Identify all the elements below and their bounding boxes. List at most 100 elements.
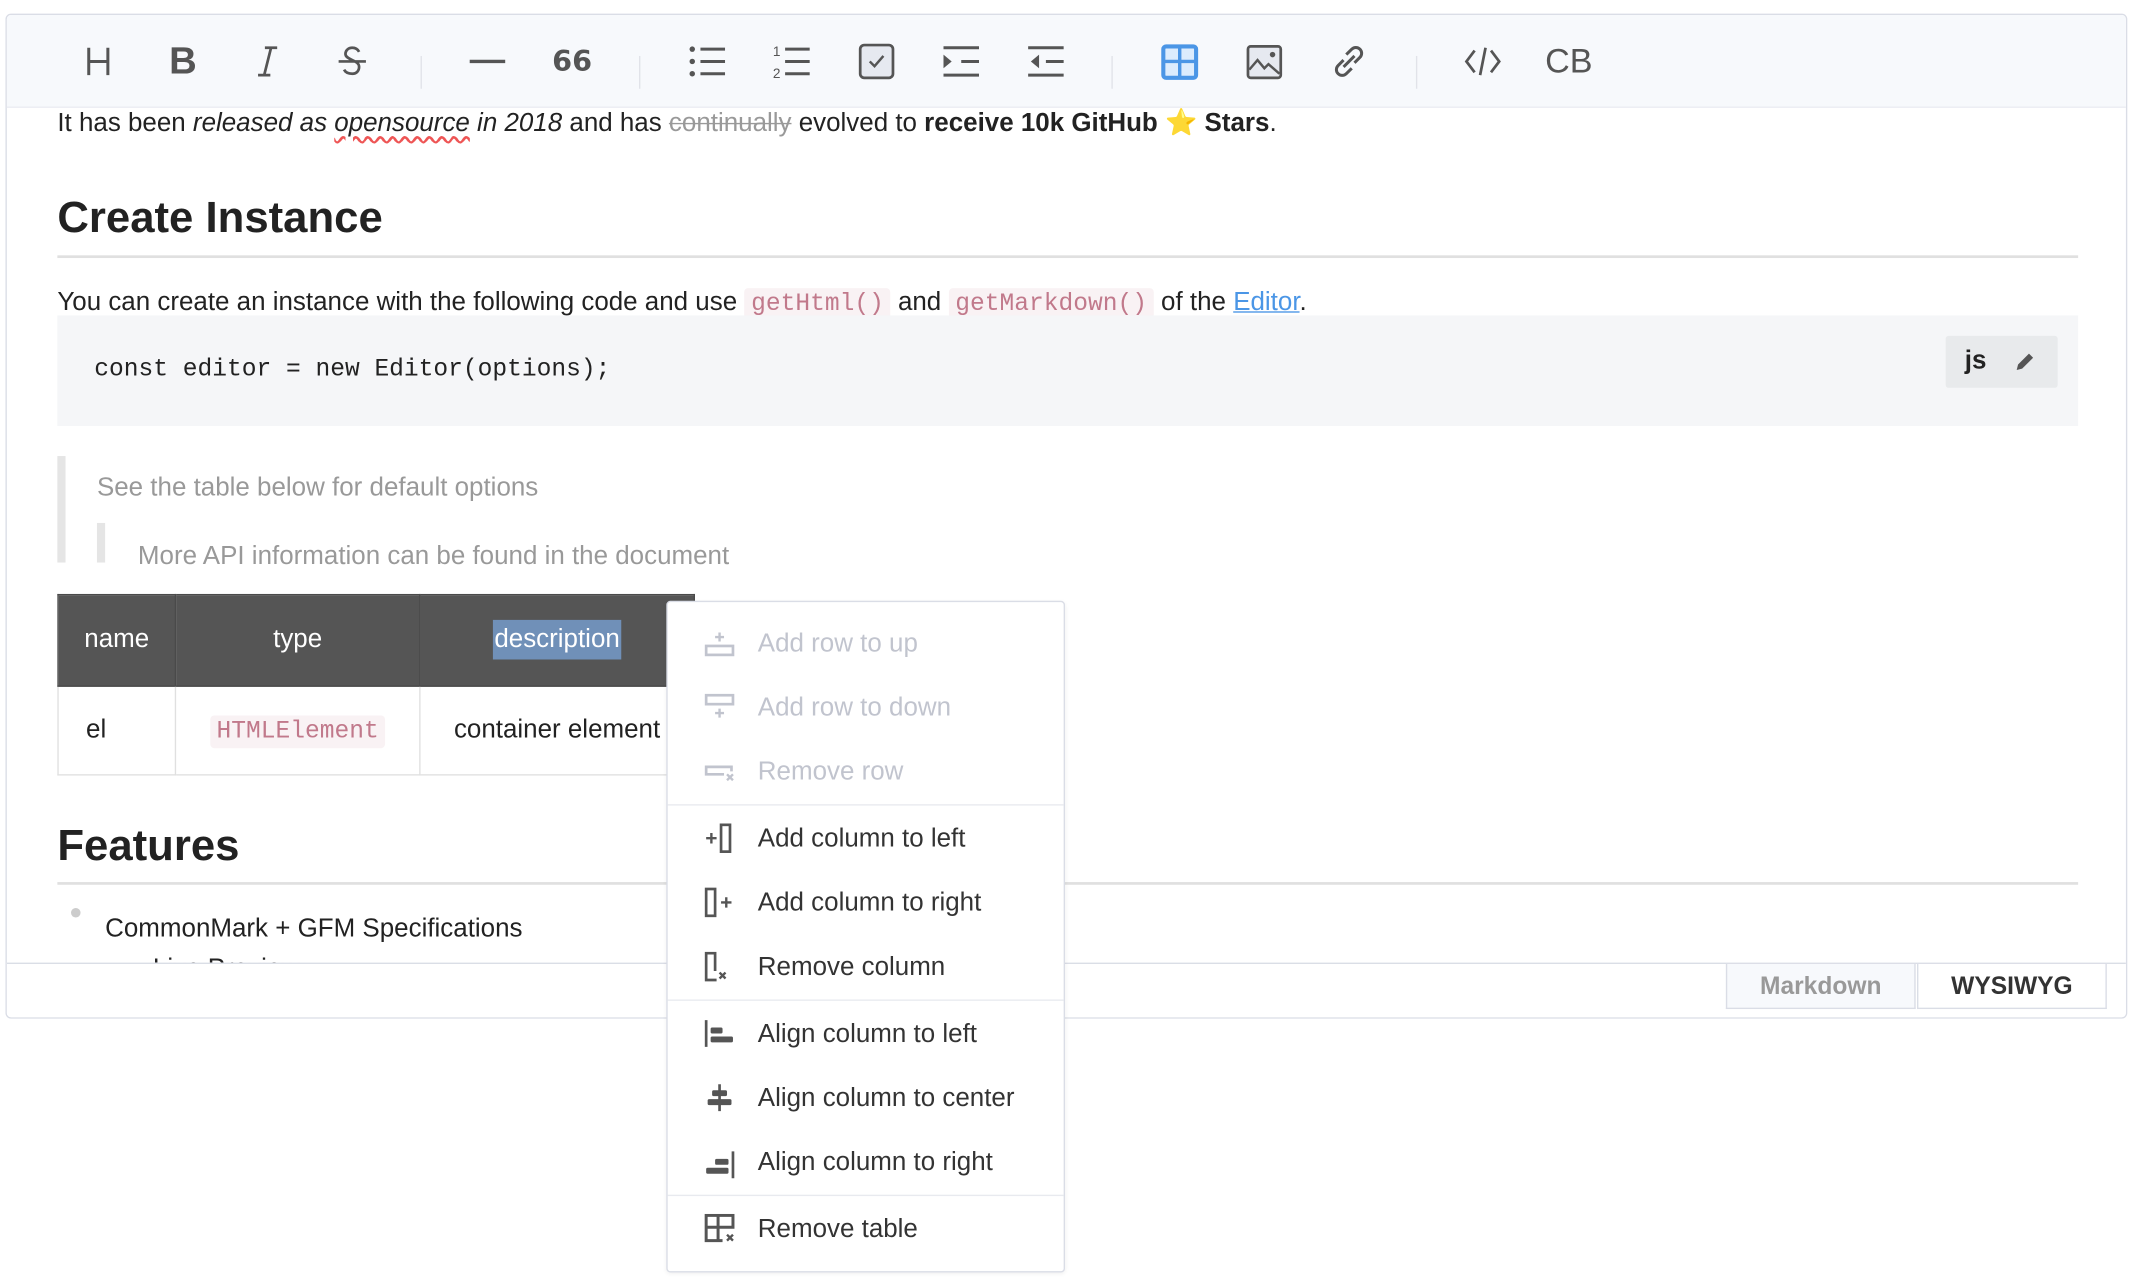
add-row-up-icon: [703, 628, 744, 661]
add-column-left-icon: [703, 823, 744, 856]
intro-paragraph: It has been released as opensource in 20…: [57, 107, 1276, 140]
bullet-list-icon: [689, 46, 726, 77]
bold-icon: B: [169, 39, 197, 82]
menu-item-add-row-to-down[interactable]: Add row to down: [668, 677, 1064, 740]
menu-item-add-column-to-left[interactable]: Add column to left: [668, 808, 1064, 871]
svg-text:2: 2: [773, 66, 781, 81]
code-icon: [1464, 47, 1501, 76]
list-item: CommonMark + GFM Specifications: [105, 914, 523, 944]
menu-item-remove-table[interactable]: Remove table: [668, 1199, 1064, 1262]
menu-divider: [667, 804, 1064, 806]
pencil-icon[interactable]: [2014, 351, 2036, 373]
toolbar-divider: [639, 55, 641, 89]
codeblock-icon: CB: [1545, 41, 1593, 80]
text: and: [890, 288, 949, 317]
code-language-badge[interactable]: js: [1945, 335, 2058, 388]
strike-icon: [338, 46, 366, 76]
star-emoji: ⭐: [1165, 109, 1198, 138]
align-center-icon: [703, 1083, 744, 1116]
image-icon: [1246, 45, 1283, 80]
italic-text: released as: [192, 109, 335, 138]
table-cell[interactable]: container element: [419, 685, 695, 776]
bold-button[interactable]: B: [162, 39, 203, 82]
table-button[interactable]: [1159, 41, 1200, 82]
header-text: name: [84, 625, 150, 655]
italic-text: in 2018: [469, 109, 563, 138]
menu-item-remove-row[interactable]: Remove row: [668, 741, 1064, 804]
header-text: type: [273, 625, 323, 655]
text: and has: [562, 109, 669, 138]
list-item: Live Preview: [153, 954, 300, 962]
text: of the: [1153, 288, 1234, 317]
table-header-cell[interactable]: type: [174, 593, 421, 687]
mode-switch-bar: Markdown WYSIWYG: [6, 962, 2126, 1018]
blockquote-text: See the table below for default options: [96, 473, 539, 503]
menu-item-label: Add row to up: [757, 629, 918, 659]
remove-column-icon: [703, 951, 744, 985]
markdown-editor: B 66 12 CB It has been released as opens…: [5, 13, 2128, 1019]
tab-wysiwyg[interactable]: WYSIWYG: [1917, 963, 2107, 1010]
task-list-button[interactable]: [856, 41, 897, 82]
misspelled-word: opensource: [334, 109, 470, 138]
cell-text: el: [86, 715, 107, 745]
ordered-list-button[interactable]: 12: [771, 41, 812, 82]
editor-content[interactable]: It has been released as opensource in 20…: [7, 107, 2126, 963]
bold-text: receive 10k GitHub: [924, 109, 1158, 138]
outdent-button[interactable]: [1025, 41, 1066, 82]
menu-item-align-column-to-left[interactable]: Align column to left: [668, 1004, 1064, 1067]
menu-item-align-column-to-right[interactable]: Align column to right: [668, 1132, 1064, 1195]
table-row: el HTMLElement container element: [57, 685, 695, 776]
hr-button[interactable]: [467, 41, 508, 82]
menu-item-remove-column[interactable]: Remove column: [668, 937, 1064, 1000]
menu-item-align-column-to-center[interactable]: Align column to center: [668, 1068, 1064, 1131]
menu-item-add-row-to-up[interactable]: Add row to up: [668, 613, 1064, 676]
quote-button[interactable]: 66: [552, 41, 593, 82]
text: evolved to: [791, 109, 925, 138]
menu-item-label: Align column to right: [757, 1148, 993, 1177]
heading-underline: [57, 255, 2079, 259]
strike-button[interactable]: [332, 41, 373, 82]
bullet-list-button[interactable]: [687, 41, 728, 82]
heading-icon: [87, 47, 110, 76]
indent-button[interactable]: [941, 41, 982, 82]
inline-code: HTMLElement: [209, 715, 386, 749]
strikethrough-text: continually: [668, 109, 792, 138]
menu-item-label: Align column to left: [757, 1019, 977, 1049]
bold-text: Stars: [1197, 109, 1270, 138]
editor-link[interactable]: Editor: [1233, 288, 1299, 317]
italic-icon: [258, 46, 278, 77]
code-text: const editor = new Editor(options);: [94, 356, 611, 384]
menu-item-label: Add column to left: [757, 824, 966, 854]
tab-markdown[interactable]: Markdown: [1725, 963, 1916, 1010]
italic-button[interactable]: [247, 41, 288, 82]
image-button[interactable]: [1244, 41, 1285, 82]
heading-button[interactable]: [78, 41, 119, 82]
text: .: [1269, 109, 1277, 138]
table-header-row: name type description: [57, 593, 695, 687]
text: .: [1299, 288, 1307, 317]
bullet-icon: [71, 907, 81, 918]
ordered-list-icon: 12: [773, 44, 810, 81]
text: You can create an instance with the foll…: [57, 288, 745, 317]
menu-item-label: Align column to center: [757, 1084, 1015, 1113]
menu-item-label: Add column to right: [757, 888, 982, 918]
table-cell[interactable]: HTMLElement: [174, 685, 421, 776]
remove-table-icon: [703, 1213, 744, 1247]
indent-icon: [943, 46, 979, 77]
menu-item-add-column-to-right[interactable]: Add column to right: [668, 872, 1064, 935]
code-block: const editor = new Editor(options); js: [57, 315, 2079, 427]
link-button[interactable]: [1329, 41, 1370, 82]
table-header-cell[interactable]: name: [57, 593, 177, 687]
blockquote-border: [57, 456, 66, 563]
remove-row-icon: [703, 756, 744, 789]
horizontal-rule-icon: [469, 59, 506, 64]
svg-text:1: 1: [773, 44, 781, 59]
text: It has been: [57, 109, 193, 138]
table-cell[interactable]: el: [57, 685, 177, 776]
codeblock-button[interactable]: CB: [1544, 41, 1593, 82]
menu-item-label: Remove table: [757, 1215, 918, 1244]
code-button[interactable]: [1462, 41, 1503, 82]
link-icon: [1334, 46, 1364, 77]
table-header-cell[interactable]: description: [419, 593, 695, 687]
table-context-menu: Add row to up Add row to down Remove row Ad…: [666, 600, 1066, 1273]
